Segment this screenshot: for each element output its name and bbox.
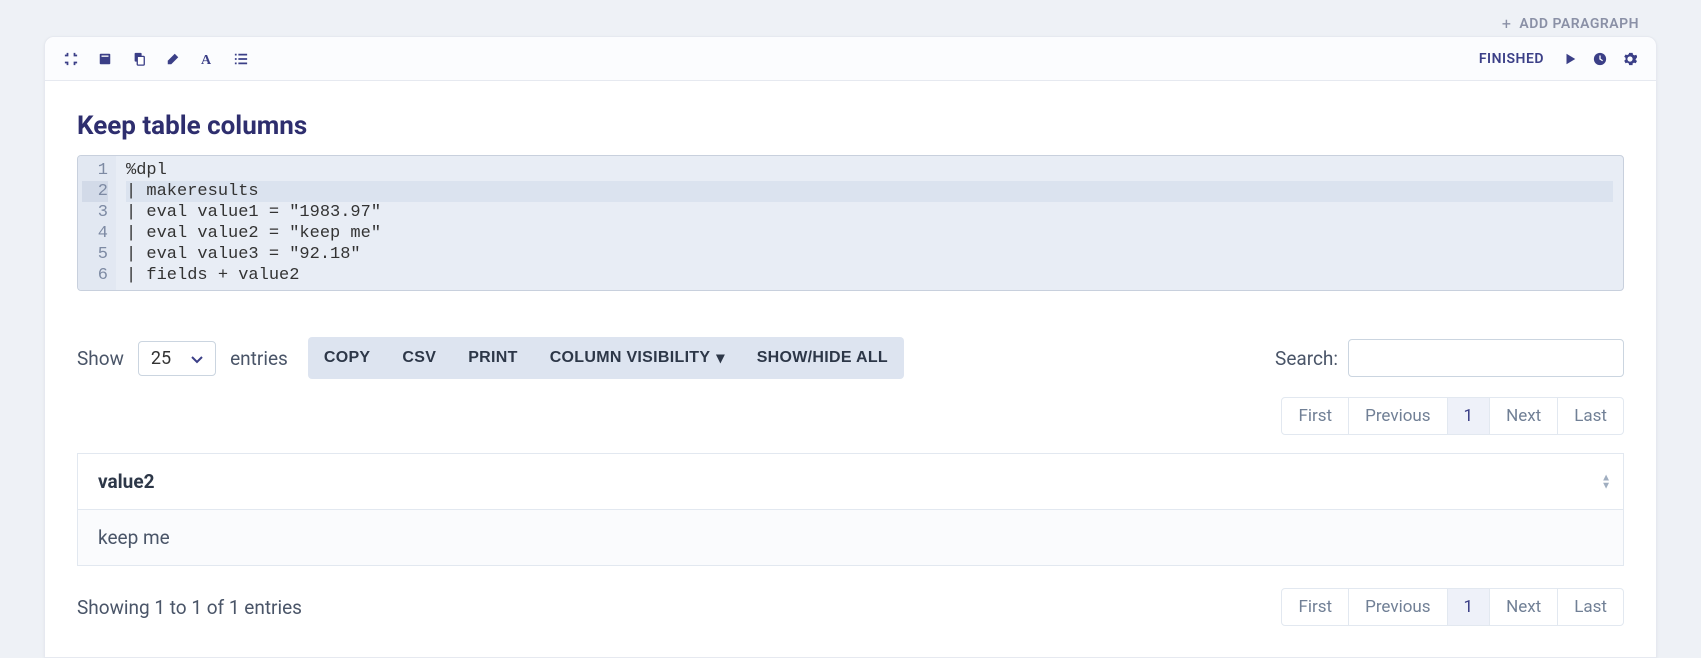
code-editor[interactable]: 123456 %dpl | makeresults | eval value1 … [77, 155, 1624, 291]
page-size-value: 25 [151, 348, 171, 369]
page-size-select[interactable]: 25 [138, 341, 216, 376]
fullscreen-exit-icon[interactable] [63, 51, 79, 67]
pagination-bottom: First Previous 1 Next Last [1281, 588, 1624, 626]
pg-next-b[interactable]: Next [1489, 588, 1558, 626]
csv-button[interactable]: CSV [386, 337, 452, 379]
table-row: keep me [78, 510, 1624, 566]
copy-button[interactable]: COPY [308, 337, 387, 379]
font-icon[interactable]: A [199, 51, 215, 67]
table-header-row: value2 ▲▼ [78, 454, 1624, 510]
play-icon[interactable] [1562, 51, 1578, 67]
show-label: Show [77, 347, 124, 370]
col-header-value2[interactable]: value2 ▲▼ [78, 454, 1624, 510]
cell-toolbar: A FINISHED [45, 37, 1656, 81]
gear-icon[interactable] [1622, 51, 1638, 67]
add-paragraph-button[interactable]: + ADD PARAGRAPH [1502, 14, 1639, 33]
search-label: Search: [1275, 347, 1338, 370]
cell-value2: keep me [78, 510, 1624, 566]
pagination-top: First Previous 1 Next Last [77, 397, 1624, 435]
table-actions: COPY CSV PRINT COLUMN VISIBILITY ▾ SHOW/… [308, 337, 904, 379]
chevron-down-icon [191, 349, 203, 368]
print-button[interactable]: PRINT [452, 337, 534, 379]
plus-icon: + [1502, 14, 1512, 33]
svg-text:A: A [201, 53, 212, 67]
eraser-icon[interactable] [165, 51, 181, 67]
results-table: value2 ▲▼ keep me [77, 453, 1624, 566]
caret-down-icon: ▾ [716, 348, 724, 368]
pg-1-b[interactable]: 1 [1447, 588, 1491, 626]
pg-1[interactable]: 1 [1447, 397, 1491, 435]
cell-title: Keep table columns [77, 111, 1624, 141]
line-gutter: 123456 [78, 156, 116, 290]
pg-previous[interactable]: Previous [1348, 397, 1447, 435]
code-content[interactable]: %dpl | makeresults | eval value1 = "1983… [116, 156, 1623, 290]
add-paragraph-label: ADD PARAGRAPH [1519, 16, 1639, 32]
pg-last[interactable]: Last [1557, 397, 1624, 435]
search-input[interactable] [1348, 339, 1624, 377]
pg-first-b[interactable]: First [1281, 588, 1349, 626]
pg-next[interactable]: Next [1489, 397, 1558, 435]
showing-text: Showing 1 to 1 of 1 entries [77, 596, 302, 619]
list-icon[interactable] [233, 51, 249, 67]
sort-icon: ▲▼ [1601, 474, 1611, 489]
entries-label: entries [230, 347, 288, 370]
clock-icon[interactable] [1592, 51, 1608, 67]
copy-icon[interactable] [131, 51, 147, 67]
pg-first[interactable]: First [1281, 397, 1349, 435]
show-hide-all-button[interactable]: SHOW/HIDE ALL [741, 337, 904, 379]
book-icon[interactable] [97, 51, 113, 67]
pg-last-b[interactable]: Last [1557, 588, 1624, 626]
column-visibility-button[interactable]: COLUMN VISIBILITY ▾ [534, 337, 741, 379]
notebook-cell: A FINISHED Keep table columns 123456 [44, 36, 1657, 658]
cell-status: FINISHED [1479, 51, 1544, 67]
pg-previous-b[interactable]: Previous [1348, 588, 1447, 626]
